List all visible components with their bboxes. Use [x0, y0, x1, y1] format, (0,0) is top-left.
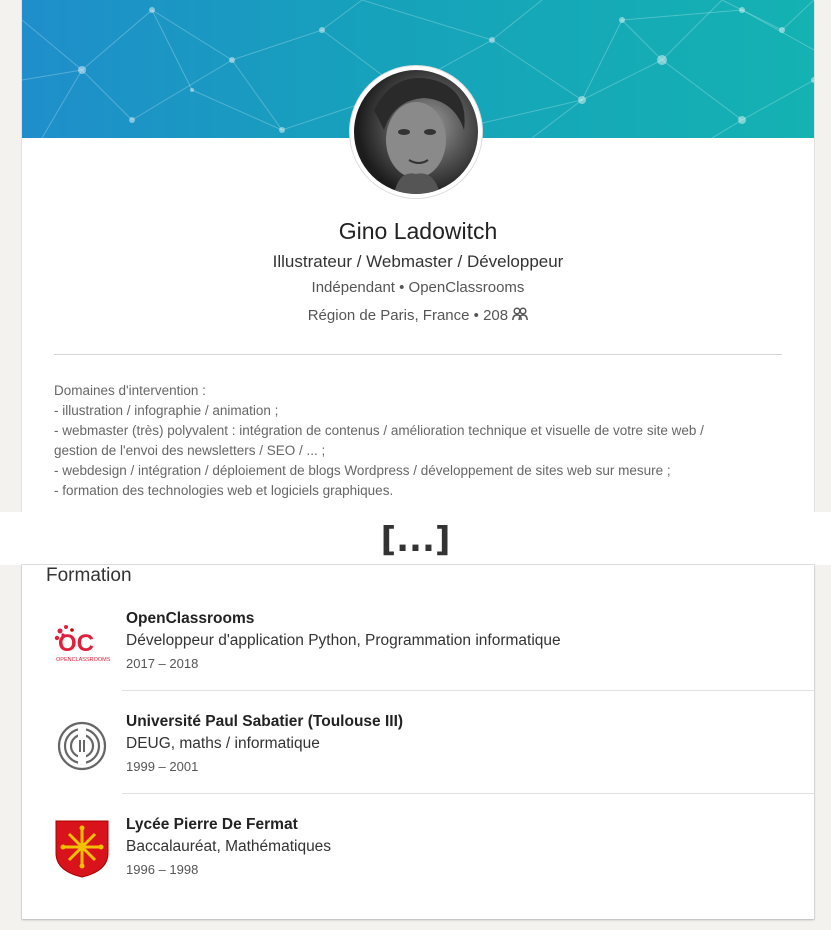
svg-text:OPENCLASSROOMS: OPENCLASSROOMS	[56, 657, 111, 663]
profile-location: Région de Paris, France	[307, 307, 470, 324]
education-item[interactable]: Université Paul Sabatier (Toulouse III) …	[22, 668, 814, 774]
occitan-cross-shield-logo	[52, 819, 112, 879]
degree: Baccalauréat, Mathématiques	[126, 838, 332, 855]
profile-headline: Illustrateur / Webmaster / Développeur	[272, 252, 564, 271]
avatar-image	[354, 70, 478, 194]
profile-card: Gino Ladowitch Illustrateur / Webmaster …	[22, 0, 814, 512]
about-line: - webdesign / intégration / déploiement …	[54, 463, 671, 478]
education-item[interactable]: OC OPENCLASSROOMS OpenClassrooms Dévelop…	[22, 565, 814, 671]
about-line: - formation des technologies web et logi…	[54, 483, 394, 498]
school-name[interactable]: Lycée Pierre De Fermat	[126, 816, 298, 834]
about-line: gestion de l'envoi des newsletters / SEO…	[54, 443, 326, 458]
degree: DEUG, maths / informatique	[126, 735, 320, 752]
dates: 1996 – 1998	[126, 862, 199, 877]
people-icon[interactable]	[512, 307, 529, 321]
about-summary: Domaines d'intervention : - illustration…	[54, 381, 754, 501]
school-name[interactable]: OpenClassrooms	[126, 610, 254, 628]
paul-sabatier-logo	[52, 716, 112, 776]
profile-company[interactable]: Indépendant • OpenClassrooms	[22, 279, 814, 296]
about-line: - webmaster (très) polyvalent : intégrat…	[54, 423, 704, 438]
svg-text:OC: OC	[58, 630, 94, 657]
about-line: Domaines d'intervention :	[54, 383, 206, 398]
profile-location-line: Région de Paris, France • 208	[22, 307, 814, 324]
education-item[interactable]: Lycée Pierre De Fermat Baccalauréat, Mat…	[22, 771, 814, 878]
degree: Développeur d'application Python, Progra…	[126, 632, 561, 649]
education-card: Formation OC OPENCLASSROOMS OpenClassroo…	[22, 565, 814, 919]
connections-count[interactable]: 208	[483, 307, 508, 324]
section-divider	[54, 354, 782, 355]
profile-name: Gino Ladowitch	[338, 218, 498, 244]
openclassrooms-logo: OC OPENCLASSROOMS	[52, 613, 112, 673]
omission-marker: [...]	[380, 520, 451, 560]
school-name[interactable]: Université Paul Sabatier (Toulouse III)	[126, 713, 403, 731]
profile-photo[interactable]	[350, 66, 482, 198]
about-line: - illustration / infographie / animation…	[54, 403, 279, 418]
